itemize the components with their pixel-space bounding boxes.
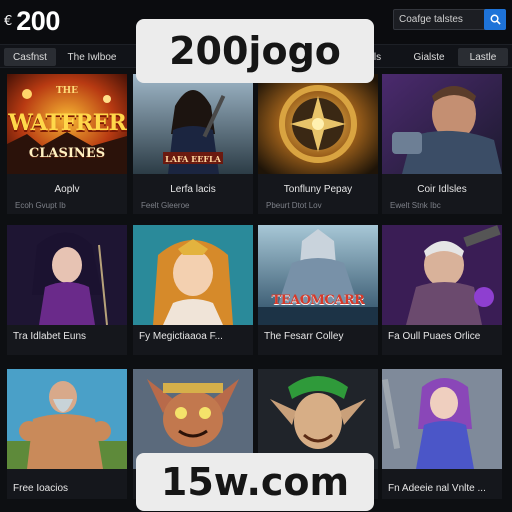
top-banner-text: 200jogo [169,29,341,73]
bottom-banner-text: 15w.com [160,460,350,504]
tab-casinos[interactable]: Casfnst [4,48,56,66]
game-thumbnail[interactable] [258,74,378,174]
site-logo[interactable]: € 200 [4,6,60,37]
art-label: TEAOMCARR [271,293,365,308]
art-label: CLASINES [28,146,106,161]
game-card[interactable]: LAFA EEFLA Lerfa lacis Feelt Gleeroe [133,74,253,214]
game-thumbnail[interactable]: LAFA EEFLA [133,74,253,174]
game-card[interactable]: Fa Oull Puaes Orlice [382,225,502,355]
tab-label: The Iwlboe [67,51,117,63]
game-title: Tonfluny Pepay [283,184,353,195]
game-title: Fn Adeeie nal Vnlte ... [388,483,486,494]
game-card[interactable]: Free Ioacios [7,369,127,499]
game-title: Fa Oull Puaes Orlice [388,331,481,342]
game-title: Lerfa lacis [170,184,216,195]
tab-label: Casfnst [13,51,47,63]
game-thumbnail[interactable]: THE WATFRER CLASINES [7,74,127,174]
game-thumbnail[interactable] [382,74,502,174]
game-card[interactable]: TEAOMCARR The Fesarr Colley [258,225,378,355]
game-thumbnail[interactable] [382,225,502,325]
top-banner: 200jogo [136,19,374,83]
tab-gialste[interactable]: Gialste [404,48,454,66]
game-title: Free Ioacios [13,483,69,494]
game-card[interactable]: Tonfluny Pepay Pbeurt Dtot Lov [258,74,378,214]
game-subtitle: Ecoh Gvupt Ib [15,201,66,210]
game-card[interactable]: Tra Idlabet Euns [7,225,127,355]
game-subtitle: Ewelt Stnk Ibc [390,201,441,210]
art-label: WATFRER [8,110,127,136]
search-button[interactable] [484,9,506,30]
search-icon [490,14,501,25]
game-thumbnail[interactable] [133,225,253,325]
logo-text: 200 [16,6,60,36]
game-card[interactable]: THE WATFRER CLASINES Aoplv Ecoh Gvupt Ib [7,74,127,214]
game-subtitle: Pbeurt Dtot Lov [266,201,322,210]
game-card[interactable]: Fy Megictiaaoa F... [133,225,253,355]
game-title: Aoplv [54,184,80,195]
game-thumbnail[interactable] [7,369,127,469]
game-title: The Fesarr Colley [264,331,344,342]
search-input[interactable]: Coafge talstes [399,14,463,25]
bottom-banner: 15w.com [136,453,374,511]
art-label: LAFA EEFLA [165,154,221,164]
game-thumbnail[interactable] [382,369,502,469]
game-card[interactable]: Coir Idlsles Ewelt Stnk Ibc [382,74,502,214]
tab-label: Lastle [469,51,497,63]
game-thumbnail[interactable]: TEAOMCARR [258,225,378,325]
game-subtitle: Feelt Gleeroe [141,201,190,210]
tab-label: Gialste [413,51,445,63]
art-label: THE [55,86,79,96]
game-title: Coir Idlsles [417,184,467,195]
back-arrow-icon[interactable]: € [4,14,12,29]
game-title: Tra Idlabet Euns [13,331,87,342]
game-card[interactable]: Fn Adeeie nal Vnlte ... [382,369,502,499]
search-box[interactable]: Coafge talstes [393,9,506,30]
tab-the-iwlboe[interactable]: The Iwlboe [62,48,122,66]
game-thumbnail[interactable] [7,225,127,325]
tab-lastle[interactable]: Lastle [458,48,508,66]
game-title: Fy Megictiaaoa F... [139,331,223,342]
